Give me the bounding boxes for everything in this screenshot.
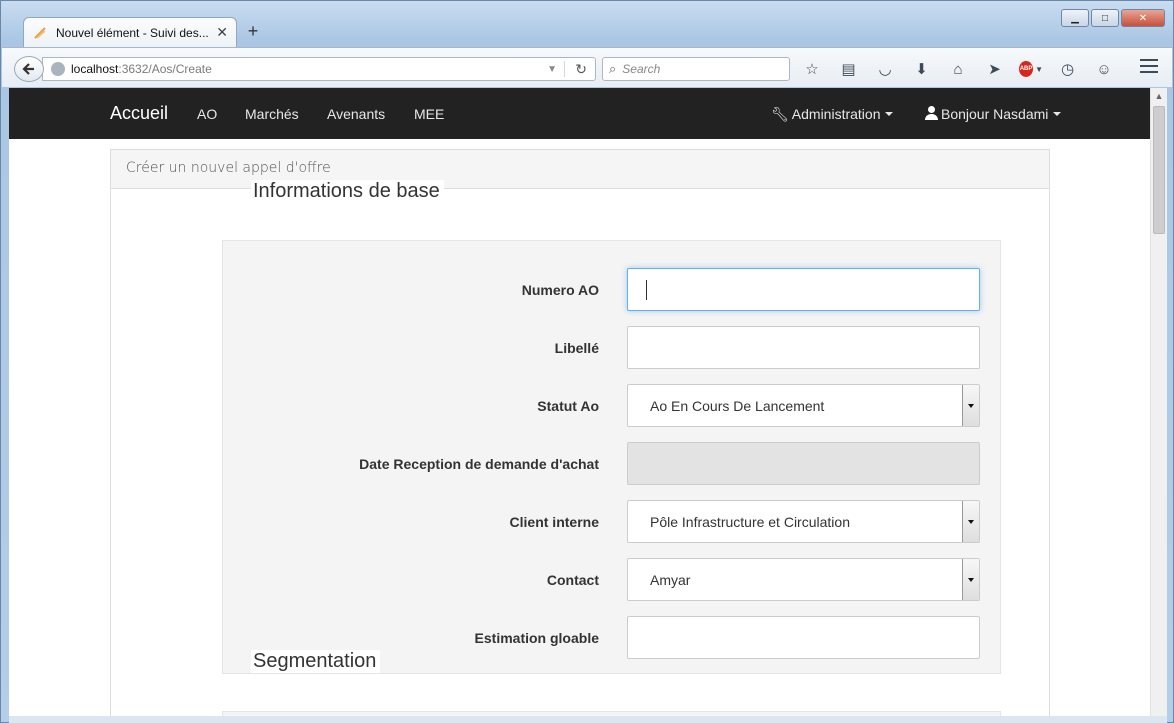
reload-icon[interactable]: ↻ (575, 61, 587, 78)
status-bar (9, 716, 1167, 723)
nav-item-mee[interactable]: MEE (414, 106, 444, 122)
estimation-label: Estimation gloable (474, 630, 599, 646)
nav-item-avenants[interactable]: Avenants (327, 106, 385, 122)
libelle-input[interactable] (627, 326, 980, 369)
favicon-icon (32, 25, 48, 41)
basic-info-legend: Informations de base (251, 180, 444, 203)
pocket-icon[interactable]: ◡ (873, 58, 897, 80)
segmentation-legend: Segmentation (251, 650, 381, 673)
chat-icon[interactable]: ☺ (1092, 58, 1116, 80)
client-interne-select[interactable]: Pôle Infrastructure et Circulation (627, 500, 980, 543)
client-interne-label: Client interne (509, 514, 599, 530)
admin-label: Administration (791, 106, 881, 122)
numero-ao-input[interactable] (627, 268, 980, 311)
browser-window: Nouvel élément - Suivi des... ✕ + ▁ □ ✕ … (0, 0, 1174, 723)
url-path: :3632/Aos/Create (118, 62, 212, 76)
contact-select[interactable]: Amyar (627, 558, 980, 601)
dropdown-arrow-icon[interactable] (962, 385, 979, 426)
nav-item-marches[interactable]: Marchés (245, 106, 299, 122)
close-window-button[interactable]: ✕ (1121, 9, 1165, 27)
star-icon[interactable]: ☆ (800, 58, 824, 80)
globe-icon (51, 62, 65, 76)
navbar-brand[interactable]: Accueil (110, 103, 168, 124)
user-icon (925, 106, 938, 120)
client-interne-value: Pôle Infrastructure et Circulation (650, 513, 850, 530)
adblock-icon[interactable]: ABP ▼ (1019, 58, 1043, 80)
browser-tab[interactable]: Nouvel élément - Suivi des... ✕ (23, 17, 237, 47)
form-row-client-interne: Client interne Pôle Infrastructure et Ci… (223, 500, 1002, 544)
date-reception-label: Date Reception de demande d'achat (359, 456, 599, 472)
url-bar[interactable]: localhost:3632/Aos/Create ▼ ↻ (42, 57, 596, 81)
sync-icon[interactable]: ◷ (1056, 58, 1080, 80)
new-tab-button[interactable]: + (243, 21, 263, 42)
nav-item-ao[interactable]: AO (197, 106, 217, 122)
tab-title: Nouvel élément - Suivi des... (56, 25, 209, 40)
caret-down-icon (885, 112, 894, 116)
estimation-input[interactable] (627, 616, 980, 659)
scroll-up-icon[interactable]: ▲ (1151, 88, 1167, 105)
dropdown-arrow-icon[interactable] (962, 559, 979, 600)
send-icon[interactable]: ➤ (983, 58, 1007, 80)
form-row-statut-ao: Statut Ao Ao En Cours De Lancement (223, 384, 1002, 428)
nav-toolbar: localhost:3632/Aos/Create ▼ ↻ ⌕ Search ☆… (2, 47, 1172, 87)
site-navbar: Accueil AO Marchés Avenants MEE 🔧︎ Admini… (9, 88, 1150, 139)
menu-icon[interactable] (1140, 59, 1158, 77)
download-icon[interactable]: ⬇ (910, 58, 934, 80)
history-dropdown-icon[interactable]: ▼ (547, 64, 557, 75)
form-row-numero-ao: Numero AO (223, 268, 1002, 312)
form-row-contact: Contact Amyar (223, 558, 1002, 602)
dropdown-arrow-icon[interactable] (962, 501, 979, 542)
scrollbar-thumb[interactable] (1153, 106, 1165, 234)
create-panel: Créer un nouvel appel d'offre Numero AO … (110, 149, 1050, 716)
statut-ao-select[interactable]: Ao En Cours De Lancement (627, 384, 980, 427)
url-host: localhost (71, 62, 119, 76)
page-viewport: Accueil AO Marchés Avenants MEE 🔧︎ Admini… (9, 88, 1167, 716)
libelle-label: Libellé (554, 340, 599, 356)
basic-info-fieldset: Numero AO Libellé Statut Ao Ao En Cours … (222, 240, 1001, 674)
search-placeholder: Search (622, 62, 661, 76)
back-arrow-icon (22, 63, 34, 75)
page-scrollbar[interactable]: ▲ (1150, 88, 1167, 716)
user-label: Bonjour Nasdami (941, 106, 1049, 122)
reading-list-icon[interactable]: ▤ (837, 58, 861, 80)
search-icon: ⌕ (609, 61, 617, 76)
minimize-button[interactable]: ▁ (1061, 9, 1089, 27)
adblock-label: ABP (1019, 61, 1034, 77)
statut-ao-value: Ao En Cours De Lancement (650, 397, 825, 414)
contact-value: Amyar (650, 571, 691, 588)
admin-dropdown[interactable]: 🔧︎ Administration (771, 106, 894, 123)
date-reception-input (627, 442, 980, 485)
search-input[interactable]: ⌕ Search (602, 57, 790, 81)
text-cursor (646, 279, 647, 300)
contact-label: Contact (546, 572, 599, 588)
numero-ao-label: Numero AO (521, 282, 599, 298)
back-button[interactable] (14, 56, 44, 82)
form-row-date-reception: Date Reception de demande d'achat (223, 442, 1002, 486)
statut-ao-label: Statut Ao (537, 398, 599, 414)
caret-down-icon (1053, 112, 1062, 116)
form-row-libelle: Libellé (223, 326, 1002, 370)
tab-close-icon[interactable]: ✕ (216, 24, 228, 41)
home-icon[interactable]: ⌂ (946, 58, 970, 80)
wrench-icon: 🔧︎ (771, 106, 789, 122)
maximize-button[interactable]: □ (1091, 9, 1119, 27)
user-dropdown[interactable]: Bonjour Nasdami (925, 106, 1062, 122)
